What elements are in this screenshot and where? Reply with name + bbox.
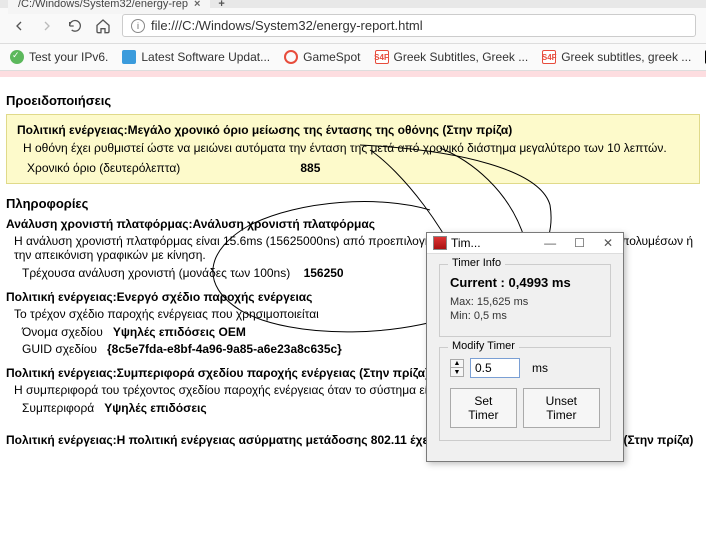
plan-guid-label: GUID σχεδίου bbox=[22, 342, 97, 356]
minimize-button[interactable]: — bbox=[540, 236, 560, 250]
timer-titlebar[interactable]: Tim... — ☐ ✕ bbox=[427, 233, 623, 254]
url-bar[interactable]: i file:///C:/Windows/System32/energy-rep… bbox=[122, 14, 696, 37]
timer-title-text: Tim... bbox=[451, 236, 540, 250]
app-icon bbox=[122, 50, 136, 64]
timeout-label: Χρονικό όριο (δευτερόλεπτα) bbox=[27, 161, 287, 175]
warning-title: Πολιτική ενέργειας:Μεγάλο χρονικό όριο μ… bbox=[17, 123, 689, 137]
close-button[interactable]: ✕ bbox=[599, 236, 617, 250]
bookmark-gamespot[interactable]: GameSpot bbox=[284, 50, 360, 64]
step-up-icon[interactable]: ▲ bbox=[451, 360, 463, 368]
current-value: 0,4993 ms bbox=[509, 275, 571, 290]
new-tab-button[interactable]: + bbox=[218, 0, 224, 10]
home-button[interactable] bbox=[94, 17, 112, 35]
bookmark-s4f-2[interactable]: S4FGreek subtitles, greek ... bbox=[542, 50, 691, 64]
plan-name-label: Όνομα σχεδίου bbox=[22, 325, 103, 339]
bookmark-software-update[interactable]: Latest Software Updat... bbox=[122, 50, 270, 64]
unset-timer-button[interactable]: Unset Timer bbox=[523, 388, 600, 428]
browser-tab[interactable]: /C:/Windows/System32/energy-rep × bbox=[8, 0, 210, 14]
app-icon bbox=[433, 236, 447, 250]
behavior-value: Υψηλές επιδόσεις bbox=[104, 401, 206, 415]
stepper[interactable]: ▲ ▼ bbox=[450, 359, 464, 377]
unit-label: ms bbox=[532, 361, 548, 375]
group-label: Modify Timer bbox=[448, 340, 519, 352]
s4f-icon: S4F bbox=[375, 50, 389, 64]
tab-title: /C:/Windows/System32/energy-rep bbox=[18, 0, 188, 10]
bookmark-s4f-1[interactable]: S4FGreek Subtitles, Greek ... bbox=[375, 50, 529, 64]
modify-timer-group: Modify Timer ▲ ▼ ms Set Timer Unset Time… bbox=[439, 347, 611, 441]
timer-body: Timer Info Current : 0,4993 ms Max: 15,6… bbox=[427, 254, 623, 461]
reload-button[interactable] bbox=[66, 17, 84, 35]
warning-box: Πολιτική ενέργειας:Μεγάλο χρονικό όριο μ… bbox=[6, 114, 700, 184]
check-icon bbox=[10, 50, 24, 64]
set-timer-button[interactable]: Set Timer bbox=[450, 388, 517, 428]
bookmarks-bar: Test your IPv6. Latest Software Updat...… bbox=[0, 44, 706, 71]
tab-bar: /C:/Windows/System32/energy-rep × + bbox=[0, 0, 706, 8]
forward-button[interactable] bbox=[38, 17, 56, 35]
max-value: Max: 15,625 ms bbox=[450, 296, 600, 308]
maximize-button[interactable]: ☐ bbox=[570, 236, 589, 250]
plan-name-value: Υψηλές επιδόσεις OEM bbox=[113, 325, 246, 339]
section-title: Ανάλυση χρονιστή πλατφόρμας:Ανάλυση χρον… bbox=[6, 217, 700, 231]
back-button[interactable] bbox=[10, 17, 28, 35]
gamespot-icon bbox=[284, 50, 298, 64]
warnings-heading: Προειδοποιήσεις bbox=[6, 93, 700, 108]
close-tab-icon[interactable]: × bbox=[194, 0, 200, 10]
bookmark-ipv6[interactable]: Test your IPv6. bbox=[10, 50, 108, 64]
timeout-value: 885 bbox=[300, 161, 320, 175]
timer-info-group: Timer Info Current : 0,4993 ms Max: 15,6… bbox=[439, 264, 611, 337]
min-value: Min: 0,5 ms bbox=[450, 310, 600, 322]
kv-value: 156250 bbox=[304, 266, 344, 280]
warning-desc: Η οθόνη έχει ρυθμιστεί ώστε να μειώνει α… bbox=[23, 141, 689, 155]
kv-label: Τρέχουσα ανάλυση χρονιστή (μονάδες των 1… bbox=[22, 266, 290, 280]
group-label: Timer Info bbox=[448, 257, 505, 269]
step-down-icon[interactable]: ▼ bbox=[451, 368, 463, 376]
behavior-label: Συμπεριφορά bbox=[22, 401, 94, 415]
s4f-icon: S4F bbox=[542, 50, 556, 64]
url-text: file:///C:/Windows/System32/energy-repor… bbox=[151, 18, 423, 33]
info-heading: Πληροφορίες bbox=[6, 196, 700, 211]
plan-guid-value: {8c5e7fda-e8bf-4a96-9a85-a6e23a8c635c} bbox=[107, 342, 342, 356]
timer-input[interactable] bbox=[470, 358, 520, 378]
timer-window[interactable]: Tim... — ☐ ✕ Timer Info Current : 0,4993… bbox=[426, 232, 624, 462]
site-info-icon[interactable]: i bbox=[131, 19, 145, 33]
current-label: Current : bbox=[450, 275, 505, 290]
